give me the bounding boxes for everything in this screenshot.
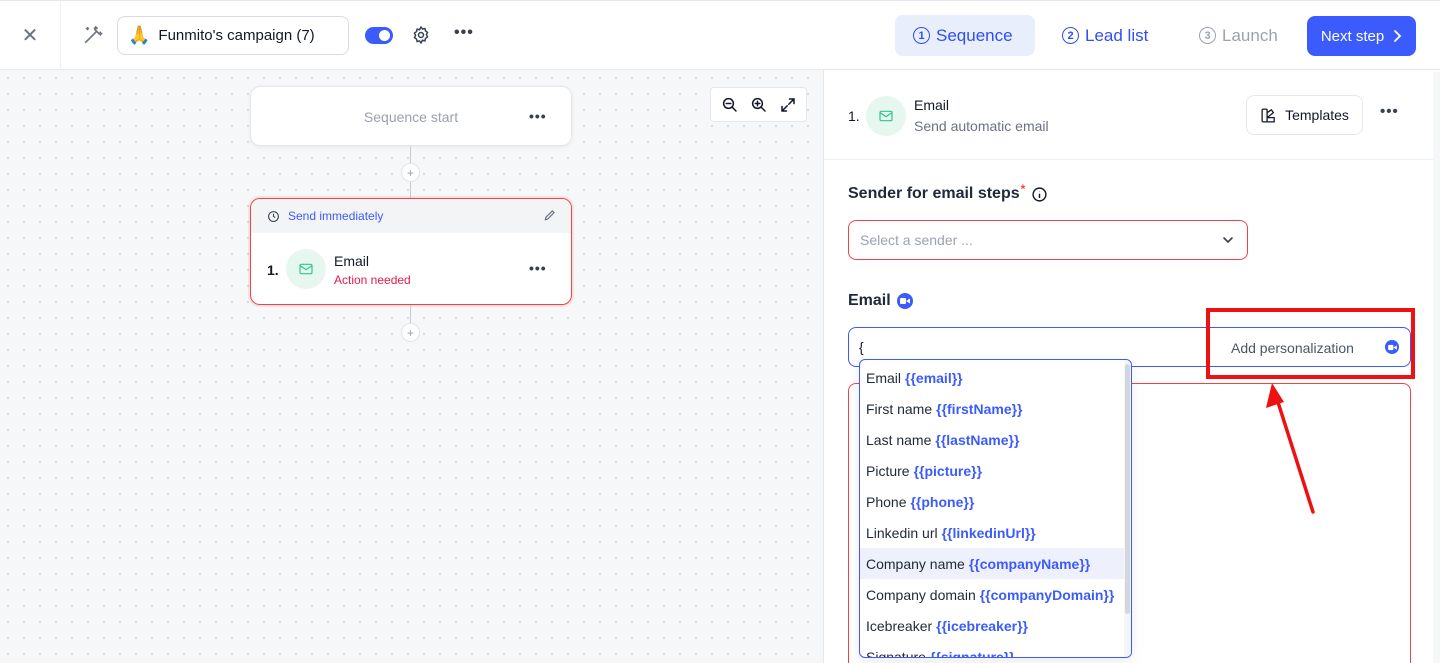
- option-token: {{icebreaker}}: [936, 617, 1029, 634]
- option-token: {{firstName}}: [936, 400, 1023, 417]
- email-step-card[interactable]: Send immediately 1. Email Action needed …: [250, 198, 572, 305]
- tab-launch-number: 3: [1199, 27, 1216, 44]
- sequence-canvas[interactable]: Sequence start ••• + Send immediately 1.…: [0, 70, 823, 663]
- campaign-name: Funmito's campaign (7): [158, 27, 315, 44]
- email-icon: [286, 249, 326, 289]
- tab-sequence-label: Sequence: [936, 25, 1013, 45]
- step-status: Action needed: [334, 273, 411, 287]
- option-token: {{lastName}}: [935, 431, 1020, 448]
- panel-header: 1. Email Send automatic email Templates …: [824, 70, 1440, 160]
- templates-label: Templates: [1285, 107, 1349, 123]
- campaign-name-field[interactable]: 🙏 Funmito's campaign (7): [117, 16, 349, 55]
- tab-launch[interactable]: 3 Launch: [1181, 15, 1301, 56]
- panel-step-title: Email: [914, 97, 950, 113]
- option-label: Picture: [866, 462, 910, 479]
- option-label: Email: [866, 369, 902, 386]
- option-label: Signature: [866, 648, 926, 658]
- dropdown-option[interactable]: Phone {{phone}}: [860, 486, 1131, 517]
- expand-icon[interactable]: [779, 96, 797, 114]
- step-number: 1.: [267, 262, 279, 278]
- tab-lead-list-label: Lead list: [1085, 25, 1149, 45]
- more-options-icon[interactable]: •••: [529, 108, 547, 124]
- magic-wand-icon[interactable]: [82, 24, 104, 46]
- more-options-icon[interactable]: •••: [454, 24, 476, 46]
- step-title: Email: [334, 253, 370, 269]
- option-token: {{phone}}: [910, 493, 975, 510]
- dropdown-option[interactable]: Company domain {{companyDomain}}: [860, 579, 1131, 610]
- option-label: Linkedin url: [866, 524, 938, 541]
- option-token: {{companyName}}: [968, 555, 1091, 572]
- close-icon[interactable]: ✕: [0, 1, 61, 70]
- email-label: Email: [848, 292, 891, 309]
- dropdown-option-highlighted[interactable]: Company name {{companyName}}: [860, 548, 1131, 579]
- panel-scrollbar[interactable]: [1433, 72, 1440, 663]
- tab-sequence[interactable]: 1 Sequence: [895, 15, 1035, 56]
- subject-input-value: {: [859, 339, 864, 355]
- tab-sequence-number: 1: [913, 27, 930, 44]
- add-step-button[interactable]: +: [401, 163, 420, 182]
- video-icon: [896, 293, 913, 309]
- dropdown-scroll-thumb[interactable]: [1125, 364, 1130, 614]
- clock-icon: [268, 210, 279, 222]
- sender-placeholder: Select a sender ...: [860, 232, 973, 248]
- templates-icon: [1261, 107, 1275, 123]
- dropdown-option[interactable]: Email {{email}}: [860, 362, 1131, 393]
- dropdown-option[interactable]: Picture {{picture}}: [860, 455, 1131, 486]
- dropdown-option[interactable]: Last name {{lastName}}: [860, 424, 1131, 455]
- option-token: {{email}}: [905, 369, 963, 386]
- sequence-start-card[interactable]: Sequence start •••: [250, 86, 572, 146]
- sender-select[interactable]: Select a sender ...: [848, 220, 1248, 260]
- tab-lead-list[interactable]: 2 Lead list: [1044, 15, 1174, 56]
- step-timing-label: Send immediately: [288, 209, 384, 223]
- dropdown-option[interactable]: First name {{firstName}}: [860, 393, 1131, 424]
- templates-button[interactable]: Templates: [1246, 95, 1363, 135]
- option-label: Icebreaker: [866, 617, 933, 634]
- sequence-start-label: Sequence start: [363, 109, 459, 125]
- more-options-icon[interactable]: •••: [1380, 103, 1399, 120]
- annotation-highlight-box: [1206, 308, 1415, 379]
- more-options-icon[interactable]: •••: [529, 260, 547, 276]
- next-step-button[interactable]: Next step: [1307, 16, 1416, 56]
- tab-launch-label: Launch: [1222, 25, 1278, 45]
- campaign-emoji: 🙏: [128, 25, 151, 45]
- sender-label: Sender for email steps: [848, 185, 1020, 202]
- chevron-right-icon: [1394, 30, 1402, 42]
- option-label: Phone: [866, 493, 907, 510]
- option-token: {{picture}}: [913, 462, 983, 479]
- personalization-dropdown: Email {{email}} First name {{firstName}}…: [859, 359, 1132, 658]
- top-bar: ✕ 🙏 Funmito's campaign (7) ••• 1 Sequenc…: [0, 0, 1440, 70]
- dropdown-option[interactable]: Linkedin url {{linkedinUrl}}: [860, 517, 1131, 548]
- tab-lead-list-number: 2: [1062, 27, 1079, 44]
- add-step-button[interactable]: +: [401, 323, 420, 342]
- dropdown-option[interactable]: Signature {{signature}}: [860, 641, 1131, 658]
- option-token: {{companyDomain}}: [979, 586, 1115, 603]
- panel-step-subtitle: Send automatic email: [914, 118, 1049, 134]
- chevron-down-icon: [1223, 237, 1233, 244]
- required-marker: *: [1020, 182, 1026, 196]
- next-step-label: Next step: [1320, 27, 1385, 45]
- info-icon[interactable]: [1031, 186, 1048, 203]
- dropdown-scrollbar[interactable]: [1124, 360, 1131, 657]
- panel-step-number: 1.: [848, 108, 860, 124]
- option-label: Company domain: [866, 586, 976, 603]
- option-label: Company name: [866, 555, 965, 572]
- option-label: Last name: [866, 431, 932, 448]
- option-token: {{linkedinUrl}}: [941, 524, 1036, 541]
- campaign-active-toggle[interactable]: [365, 27, 393, 44]
- annotation-arrow: [1266, 383, 1315, 514]
- zoom-controls: [710, 87, 807, 122]
- sender-section-label: Sender for email steps *: [848, 182, 1048, 203]
- option-token: {{signature}}: [929, 648, 1015, 658]
- zoom-out-icon[interactable]: [721, 96, 739, 114]
- dropdown-option[interactable]: Icebreaker {{icebreaker}}: [860, 610, 1131, 641]
- pencil-icon[interactable]: [543, 208, 557, 222]
- gear-icon[interactable]: [411, 25, 431, 45]
- option-label: First name: [866, 400, 933, 417]
- zoom-in-icon[interactable]: [750, 96, 768, 114]
- email-section-label: Email: [848, 292, 913, 310]
- email-icon: [866, 96, 906, 136]
- step-timing-header[interactable]: Send immediately: [251, 199, 571, 233]
